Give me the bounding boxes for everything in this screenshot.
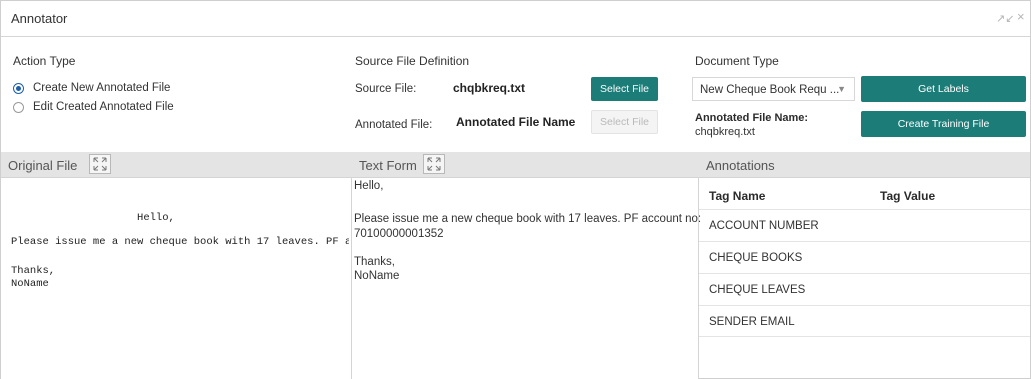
close-icon[interactable]: ×: [1017, 9, 1025, 24]
document-type-label: Document Type: [695, 54, 779, 68]
text-form-header: Text Form: [351, 152, 698, 178]
text-form-line-3: 70100000001352: [354, 228, 444, 240]
window-title: Annotator: [11, 11, 68, 26]
radio-checked-icon[interactable]: [13, 82, 24, 94]
tag-name-cell: ACCOUNT NUMBER: [709, 220, 819, 232]
title-bar: Annotator ↗↙ ×: [1, 1, 1030, 37]
table-row[interactable]: SENDER EMAIL: [699, 305, 1030, 337]
annotated-file-label: Annotated File:: [355, 119, 433, 131]
annotator-window: Annotator ↗↙ × Action Type Create New An…: [0, 0, 1031, 379]
document-type-value: New Cheque Book Requ ...: [700, 84, 840, 96]
create-training-file-button[interactable]: Create Training File: [861, 111, 1026, 137]
original-file-header: Original File: [1, 152, 351, 178]
original-file-title: Original File: [8, 158, 78, 173]
text-form-line-1: Hello,: [354, 180, 384, 192]
radio-unchecked-icon[interactable]: [13, 101, 24, 113]
table-row[interactable]: CHEQUE BOOKS: [699, 241, 1030, 273]
document-type-select[interactable]: New Cheque Book Requ ... ▼: [692, 77, 855, 101]
source-file-label: Source File:: [355, 83, 417, 95]
original-line-4: Thanks,: [11, 265, 56, 277]
original-line-5: NoName: [11, 278, 49, 290]
radio-create-new-label: Create New Annotated File: [33, 82, 171, 94]
annotated-file-name-value: chqbkreq.txt: [695, 126, 755, 138]
annotations-header: Annotations: [698, 152, 1030, 178]
text-form-title: Text Form: [359, 158, 417, 173]
annotations-title: Annotations: [706, 158, 775, 173]
resize-icon[interactable]: ↗↙: [996, 12, 1014, 25]
tag-name-cell: CHEQUE BOOKS: [709, 252, 803, 264]
tag-name-cell: SENDER EMAIL: [709, 316, 795, 328]
tag-value-column-header: Tag Value: [880, 189, 936, 203]
text-form-pane: Hello, Please issue me a new cheque book…: [352, 178, 702, 379]
source-file-definition-label: Source File Definition: [355, 54, 470, 68]
get-labels-button[interactable]: Get Labels: [861, 76, 1026, 102]
annotated-file-name-label: Annotated File Name:: [695, 112, 809, 124]
select-file-button[interactable]: Select File: [591, 77, 658, 101]
original-file-pane: Hello, Please issue me a new cheque book…: [1, 178, 351, 379]
expand-icon[interactable]: [423, 154, 445, 174]
text-form-line-4: Thanks,: [354, 256, 395, 268]
select-file-disabled-button: Select File: [591, 110, 658, 134]
radio-edit-created[interactable]: Edit Created Annotated File: [13, 99, 174, 115]
annotated-file-value: Annotated File Name: [456, 115, 576, 129]
table-row[interactable]: CHEQUE LEAVES: [699, 273, 1030, 305]
tag-name-column-header: Tag Name: [709, 189, 766, 203]
original-line-2: Please issue me a new cheque book with 1…: [11, 236, 349, 248]
chevron-down-icon: ▼: [837, 84, 846, 94]
text-form-line-5: NoName: [354, 270, 400, 282]
radio-edit-created-label: Edit Created Annotated File: [33, 101, 174, 113]
action-type-label: Action Type: [13, 54, 76, 68]
expand-icon[interactable]: [89, 154, 111, 174]
original-line-1: Hello,: [11, 212, 175, 224]
table-row[interactable]: ACCOUNT NUMBER: [699, 209, 1030, 241]
tag-name-cell: CHEQUE LEAVES: [709, 284, 806, 296]
text-form-line-2: Please issue me a new cheque book with 1…: [354, 213, 702, 225]
source-file-value: chqbkreq.txt: [453, 81, 526, 95]
radio-create-new[interactable]: Create New Annotated File: [13, 80, 170, 96]
